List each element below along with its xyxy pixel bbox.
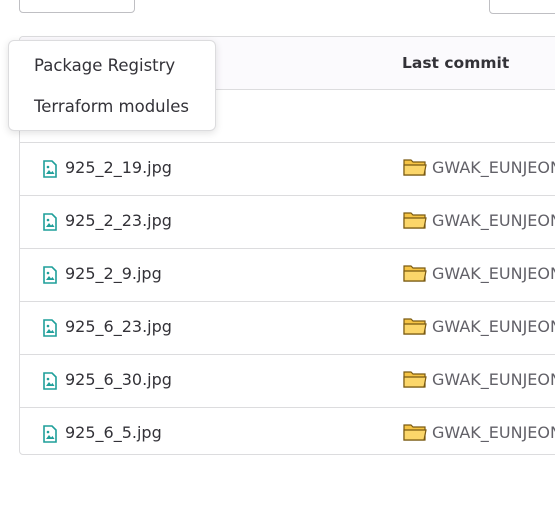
last-commit-cell: GWAK_EUNJEONG [403, 263, 555, 283]
file-name-link[interactable]: 925_6_5.jpg [65, 423, 162, 442]
last-commit-cell: GWAK_EUNJEONG [403, 157, 555, 177]
folder-icon [403, 159, 427, 176]
commit-author[interactable]: GWAK_EUNJEONG [432, 264, 555, 283]
file-name-link[interactable]: 925_2_19.jpg [65, 158, 172, 177]
repository-file-browser: Last commit 925_2_19.jpg GWAK_EUNJEONG [0, 0, 555, 505]
commit-author[interactable]: GWAK_EUNJEONG [432, 317, 555, 336]
table-row[interactable]: 925_2_9.jpg GWAK_EUNJEONG [20, 249, 555, 302]
image-file-icon [42, 266, 58, 284]
dropdown-menu: Package Registry Terraform modules [8, 40, 216, 131]
table-row[interactable]: 925_6_30.jpg GWAK_EUNJEONG [20, 355, 555, 408]
branch-selector[interactable] [19, 0, 135, 13]
last-commit-cell: GWAK_EUNJEONG [403, 210, 555, 230]
file-rows: 925_2_19.jpg GWAK_EUNJEONG 925_2_23.jpg … [20, 143, 555, 454]
commit-author[interactable]: GWAK_EUNJEONG [432, 423, 555, 442]
table-row[interactable]: 925_6_23.jpg GWAK_EUNJEONG [20, 302, 555, 355]
last-commit-cell: GWAK_EUNJEONG [403, 369, 555, 389]
file-name-link[interactable]: 925_2_9.jpg [65, 264, 162, 283]
last-commit-cell: GWAK_EUNJEONG [403, 316, 555, 336]
menu-item-package-registry[interactable]: Package Registry [9, 45, 215, 86]
file-name-link[interactable]: 925_6_30.jpg [65, 370, 172, 389]
table-row[interactable]: 925_6_5.jpg GWAK_EUNJEONG [20, 408, 555, 454]
image-file-icon [42, 319, 58, 337]
commit-author[interactable]: GWAK_EUNJEONG [432, 370, 555, 389]
menu-item-terraform-modules[interactable]: Terraform modules [9, 86, 215, 127]
image-file-icon [42, 213, 58, 231]
last-commit-cell: GWAK_EUNJEONG [403, 422, 555, 442]
table-row[interactable]: 925_2_23.jpg GWAK_EUNJEONG [20, 196, 555, 249]
image-file-icon [42, 160, 58, 178]
folder-icon [403, 371, 427, 388]
file-name-link[interactable]: 925_2_23.jpg [65, 211, 172, 230]
image-file-icon [42, 372, 58, 390]
add-button[interactable] [489, 0, 555, 14]
folder-icon [403, 424, 427, 441]
folder-icon [403, 212, 427, 229]
last-commit-header: Last commit [402, 54, 510, 72]
table-row[interactable]: 925_2_19.jpg GWAK_EUNJEONG [20, 143, 555, 196]
image-file-icon [42, 425, 58, 443]
file-name-link[interactable]: 925_6_23.jpg [65, 317, 172, 336]
folder-icon [403, 265, 427, 282]
commit-author[interactable]: GWAK_EUNJEONG [432, 211, 555, 230]
folder-icon [403, 318, 427, 335]
commit-author[interactable]: GWAK_EUNJEONG [432, 158, 555, 177]
